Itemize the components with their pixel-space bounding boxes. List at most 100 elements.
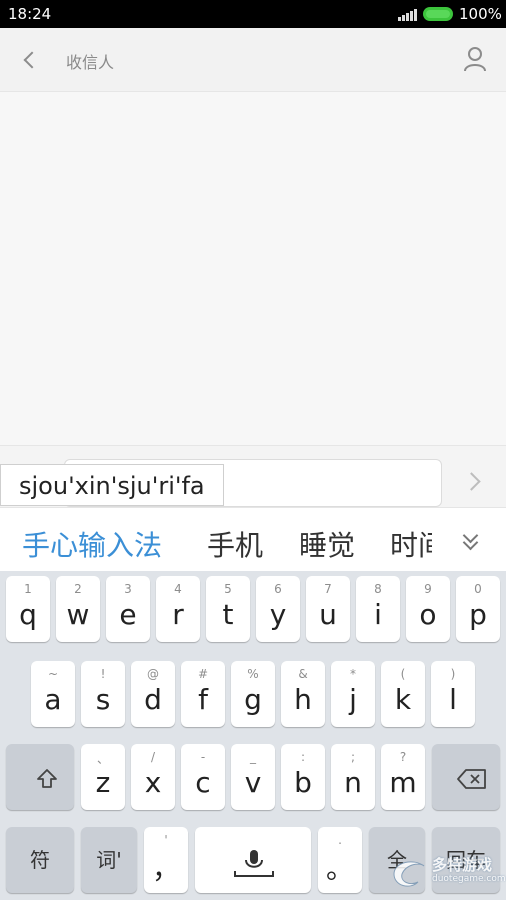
shift-key[interactable] — [6, 744, 74, 810]
shift-icon — [37, 769, 57, 788]
key-label: c — [195, 766, 211, 799]
key-label: i — [374, 598, 382, 631]
words-key[interactable]: 词' — [81, 827, 137, 893]
battery-percent: 100% — [459, 5, 502, 23]
key-hint: 5 — [224, 582, 232, 596]
battery-icon — [423, 7, 453, 21]
key-label: n — [344, 766, 362, 799]
key-hint: * — [350, 667, 356, 681]
key-hint: : — [300, 750, 306, 764]
recipient-header: 收信人 — [0, 28, 506, 92]
key-y[interactable]: 6y — [256, 576, 300, 642]
key-label: h — [294, 683, 312, 716]
signal-icon — [398, 8, 418, 21]
key-label: a — [44, 683, 62, 716]
key-p[interactable]: 0p — [456, 576, 500, 642]
key-label: j — [349, 683, 357, 716]
period-key-hint: . — [338, 833, 342, 847]
key-hint: # — [197, 667, 209, 681]
pinyin-composition: sjou'xin'sju'ri'fa — [0, 464, 224, 506]
key-hint: _ — [250, 750, 256, 764]
key-hint: 8 — [374, 582, 382, 596]
key-s[interactable]: ! s — [81, 661, 125, 727]
key-h[interactable]: & h — [281, 661, 325, 727]
watermark-icon — [393, 861, 425, 887]
backspace-icon — [457, 769, 486, 789]
key-b[interactable]: :b — [281, 744, 325, 810]
key-hint: 4 — [174, 582, 182, 596]
key-label: k — [394, 683, 412, 716]
status-bar: 18:24 100% — [0, 0, 506, 28]
recipient-field[interactable]: 收信人 — [66, 49, 114, 73]
key-label: s — [95, 683, 111, 716]
contact-icon[interactable] — [462, 45, 488, 73]
key-hint: 0 — [474, 582, 482, 596]
key-c[interactable]: -c — [181, 744, 225, 810]
watermark-text: 多特游戏 — [432, 856, 493, 874]
watermark-subtext: duotegame.com — [432, 874, 506, 884]
key-hint: 9 — [424, 582, 432, 596]
key-label: g — [244, 683, 262, 716]
candidate-bar: 手心输入法 手机 睡觉 时间 — [0, 507, 506, 572]
key-label: q — [19, 598, 37, 631]
key-m[interactable]: ? m — [381, 744, 425, 810]
key-k[interactable]: (k — [381, 661, 425, 727]
key-hint: 7 — [324, 582, 332, 596]
candidate-item[interactable]: 睡觉 — [299, 524, 355, 564]
backspace-key[interactable] — [432, 744, 500, 810]
key-n[interactable]: ; n — [331, 744, 375, 810]
key-hint: ; — [350, 750, 356, 764]
key-hint: ) — [450, 667, 456, 681]
key-u[interactable]: 7u — [306, 576, 350, 642]
key-x[interactable]: / x — [131, 744, 175, 810]
symbols-key[interactable]: 符 — [6, 827, 74, 893]
key-label: e — [119, 598, 137, 631]
key-hint: ~ — [47, 667, 59, 681]
period-key[interactable]: . 。 — [318, 827, 362, 893]
candidate-item[interactable]: 手心输入法 — [22, 524, 162, 564]
key-hint: - — [200, 750, 206, 764]
key-q[interactable]: 1q — [6, 576, 50, 642]
key-hint: @ — [147, 667, 159, 681]
space-voice-key[interactable] — [195, 827, 311, 893]
key-label: z — [95, 766, 111, 799]
comma-key-label: ， — [151, 852, 180, 885]
key-i[interactable]: 8i — [356, 576, 400, 642]
key-t[interactable]: 5t — [206, 576, 250, 642]
key-g[interactable]: % g — [231, 661, 275, 727]
key-hint: ( — [400, 667, 406, 681]
key-label: u — [319, 598, 337, 631]
key-v[interactable]: _ v — [231, 744, 275, 810]
key-d[interactable]: @ d — [131, 661, 175, 727]
microphone-icon — [234, 850, 274, 877]
send-arrow-icon[interactable] — [465, 472, 483, 490]
candidate-item[interactable]: 时间 — [390, 524, 432, 564]
key-w[interactable]: 2w — [56, 576, 100, 642]
key-j[interactable]: * j — [331, 661, 375, 727]
key-label: m — [389, 766, 417, 799]
key-hint: 、 — [96, 752, 109, 766]
candidate-item[interactable]: 手机 — [207, 524, 263, 564]
status-time: 18:24 — [8, 5, 52, 23]
key-a[interactable]: ~ a — [31, 661, 75, 727]
key-e[interactable]: 3e — [106, 576, 150, 642]
key-z[interactable]: 、 z — [81, 744, 125, 810]
comma-key-hint: ' — [164, 833, 168, 847]
key-hint: 2 — [74, 582, 82, 596]
message-area — [0, 92, 506, 445]
key-hint: 1 — [24, 582, 32, 596]
back-icon[interactable] — [20, 47, 42, 73]
key-r[interactable]: 4r — [156, 576, 200, 642]
expand-candidates-icon[interactable] — [460, 530, 482, 552]
key-label: d — [144, 683, 162, 716]
key-o[interactable]: 9o — [406, 576, 450, 642]
key-hint: / — [150, 750, 156, 764]
key-hint: % — [247, 667, 259, 681]
key-f[interactable]: # f — [181, 661, 225, 727]
key-label: o — [419, 598, 437, 631]
symbols-key-label: 符 — [30, 848, 50, 872]
comma-key[interactable]: ' ， — [144, 827, 188, 893]
key-hint: ? — [399, 750, 407, 764]
key-hint: ! — [100, 667, 106, 681]
key-l[interactable]: ) l — [431, 661, 475, 727]
